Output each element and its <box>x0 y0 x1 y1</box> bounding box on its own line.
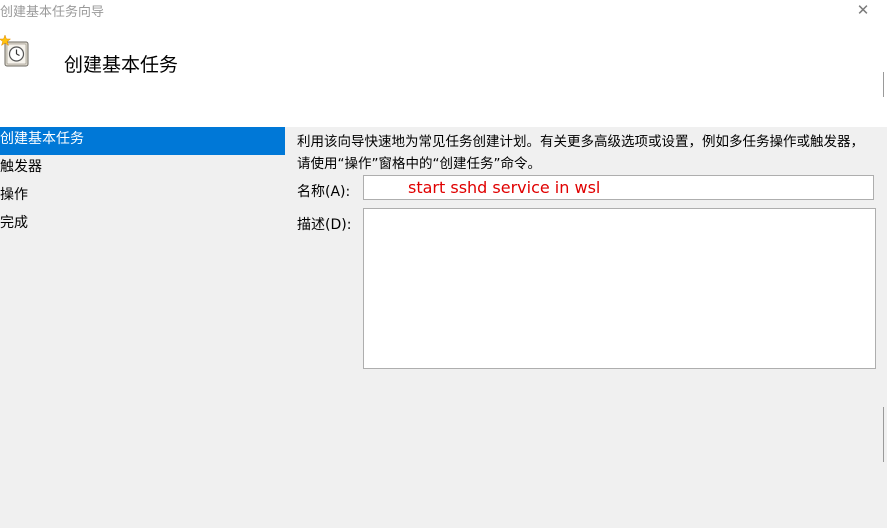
nav-item-action[interactable]: 操作 <box>0 183 285 211</box>
wizard-header: 创建基本任务 <box>0 22 880 127</box>
nav-item-create-basic-task[interactable]: 创建基本任务 <box>0 127 285 155</box>
title-bar: 创建基本任务向导 ✕ <box>0 0 887 22</box>
wizard-steps-list: 创建基本任务 触发器 操作 完成 <box>0 127 285 239</box>
description-label: 描述(D): <box>297 217 352 233</box>
window-edge-line <box>883 72 884 97</box>
nav-item-finish[interactable]: 完成 <box>0 211 285 239</box>
page-title: 创建基本任务 <box>64 54 179 76</box>
task-name-field[interactable]: start sshd service in wsl <box>363 175 874 200</box>
wizard-description: 利用该向导快速地为常见任务创建计划。有关更多高级选项或设置，例如多任务操作或触发… <box>297 134 864 172</box>
task-description-field[interactable] <box>363 208 876 369</box>
wizard-content: 利用该向导快速地为常见任务创建计划。有关更多高级选项或设置，例如多任务操作或触发… <box>297 131 877 175</box>
scheduled-task-clock-icon <box>0 34 29 67</box>
task-name-value: start sshd service in wsl <box>408 178 601 197</box>
name-label: 名称(A): <box>297 184 351 200</box>
window-edge-line <box>883 407 884 462</box>
nav-item-trigger[interactable]: 触发器 <box>0 155 285 183</box>
window-title: 创建基本任务向导 <box>0 5 105 20</box>
close-icon: ✕ <box>856 1 870 19</box>
close-button[interactable]: ✕ <box>850 0 876 20</box>
